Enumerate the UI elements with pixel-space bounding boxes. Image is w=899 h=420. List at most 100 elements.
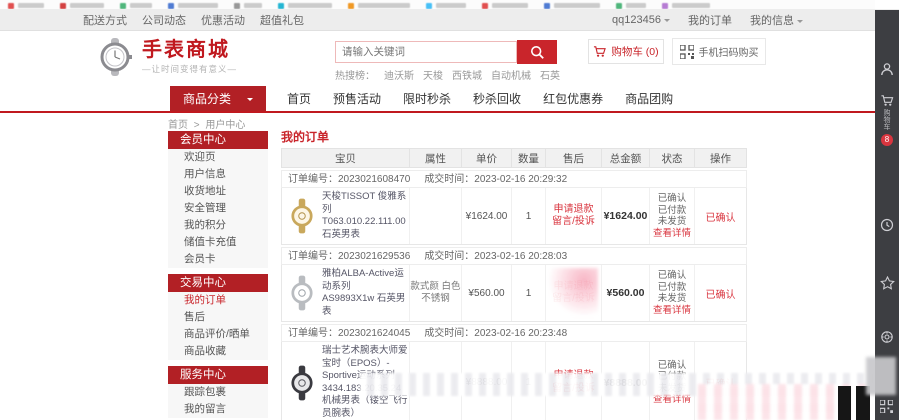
toolbar-cart-label: 购物车	[883, 110, 891, 131]
sidebar-item-user-info[interactable]: 用户信息	[168, 166, 268, 183]
page-title: 我的订单	[281, 130, 330, 144]
logo-text: 手表商城 —让时间变得有意义—	[142, 39, 237, 75]
watch-thumbnail	[291, 275, 313, 311]
favicon	[168, 2, 174, 9]
sidebar-item-my-comments[interactable]: 我的留言	[168, 401, 268, 418]
nav-item-group-buy[interactable]: 商品团购	[625, 90, 673, 107]
bookmark-item[interactable]	[544, 2, 600, 9]
order-time: 成交时间：2023-02-16 20:29:32	[424, 174, 568, 185]
sidebar-item-stored-card[interactable]: 储值卡充值	[168, 234, 268, 251]
qr-code-icon[interactable]	[880, 400, 893, 413]
confirm-link[interactable]: 已确认	[706, 209, 736, 224]
sidebar-section-member: 会员中心 欢迎页 用户信息 收货地址 安全管理 我的积分 储值卡充值 会员卡	[168, 131, 268, 268]
status-line: 已确认	[657, 193, 687, 204]
sidebar-item-reviews[interactable]: 商品评价/晒单	[168, 326, 268, 343]
bookmark-item[interactable]	[662, 2, 710, 9]
topbar-link-promos[interactable]: 优惠活动	[201, 12, 245, 28]
sidebar-section-service: 服务中心 跟踪包裹 我的留言	[168, 366, 268, 418]
sidebar-item-points[interactable]: 我的积分	[168, 217, 268, 234]
status-line: 已付款	[657, 204, 687, 216]
search-input[interactable]	[335, 41, 517, 63]
sidebar-item-welcome[interactable]: 欢迎页	[168, 149, 268, 166]
favicon	[120, 2, 126, 9]
sidebar-item-aftersale[interactable]: 售后	[168, 309, 268, 326]
sidebar-item-security[interactable]: 安全管理	[168, 200, 268, 217]
history-icon[interactable]	[880, 218, 894, 232]
hot-word[interactable]: 石英	[540, 67, 560, 82]
order-time: 成交时间：2023-02-16 20:28:03	[424, 251, 568, 262]
product-line: 机械男表（镂空飞行员腕表）	[322, 395, 408, 419]
nav-item-flash-sale[interactable]: 限时秒杀	[403, 90, 451, 107]
bookmark-item[interactable]	[482, 2, 528, 9]
sidebar-item-favorites[interactable]: 商品收藏	[168, 343, 268, 360]
search-button[interactable]	[517, 40, 557, 64]
hot-word[interactable]: 天梭	[423, 67, 443, 82]
sidebar-item-track-package[interactable]: 跟踪包裹	[168, 384, 268, 401]
col-actions: 操作	[710, 152, 731, 165]
col-product: 宝贝	[282, 149, 410, 167]
censor-blur	[549, 268, 598, 318]
gear-icon[interactable]	[880, 330, 894, 344]
hot-word[interactable]: 西铁城	[452, 67, 482, 82]
bookmark-item[interactable]	[278, 2, 332, 9]
bookmark-item[interactable]	[60, 2, 104, 9]
site-header: 手表商城 —让时间变得有意义— 热搜榜： 迪沃斯 天梭 西铁城 自动机械 石英	[0, 31, 899, 86]
hot-word[interactable]: 迪沃斯	[384, 67, 414, 82]
action-cell: 已确认	[695, 265, 746, 321]
sidebar-header-trade: 交易中心	[168, 274, 268, 292]
username: qq123456	[612, 14, 661, 26]
bookmark-item[interactable]	[8, 2, 44, 9]
topbar-link-news[interactable]: 公司动态	[142, 12, 186, 28]
sidebar-item-member-card[interactable]: 会员卡	[168, 251, 268, 268]
username-menu[interactable]: qq123456	[612, 14, 670, 26]
order-block: 订单编号：2023021624045 成交时间：2023-02-16 20:23…	[281, 324, 747, 420]
bookmark-item[interactable]	[120, 2, 152, 9]
chevron-down-icon	[663, 19, 670, 25]
bookmark-item[interactable]	[426, 2, 466, 9]
my-messages-menu[interactable]: 我的信息	[750, 12, 803, 28]
status-line: 已确认	[657, 270, 687, 281]
product-name[interactable]: 雅柏ALBA-Active运动系列 AS9893X1w 石英男表	[322, 268, 409, 318]
cart-button[interactable]: 购物车 (0)	[588, 39, 664, 64]
price-cell: ¥1624.00	[462, 188, 512, 244]
action-cell: 已确认	[695, 188, 746, 244]
nav-item-presale[interactable]: 预售活动	[333, 90, 381, 107]
total-cell: ¥560.00	[602, 265, 650, 321]
bookmark-item[interactable]	[168, 2, 218, 9]
sidebar-item-address[interactable]: 收货地址	[168, 183, 268, 200]
topbar-my-orders[interactable]: 我的订单	[688, 12, 732, 28]
qr-shop-widget[interactable]: 手机扫码购买	[672, 38, 766, 65]
nav-item-recycle[interactable]: 秒杀回收	[473, 90, 521, 107]
price-cell: ¥560.00	[462, 265, 512, 321]
col-price: 单价	[462, 149, 512, 167]
breadcrumb: 首页 > 用户中心	[168, 116, 248, 131]
user-icon[interactable]	[880, 62, 894, 76]
cart-icon[interactable]	[880, 94, 894, 107]
star-icon[interactable]	[879, 276, 895, 290]
aftersale-cell: 申请退款 留言/投诉	[546, 188, 602, 244]
topbar-link-gifts[interactable]: 超值礼包	[260, 12, 304, 28]
category-button[interactable]: 商品分类	[170, 86, 266, 111]
product-line: 天梭TISSOT 俊雅系列	[322, 191, 407, 215]
hot-word[interactable]: 自动机械	[491, 67, 531, 82]
bookmark-item[interactable]	[348, 2, 410, 9]
favicon	[348, 2, 354, 9]
site-logo[interactable]: 手表商城 —让时间变得有意义—	[95, 37, 237, 77]
breadcrumb-home[interactable]: 首页	[168, 120, 188, 131]
qr-code-icon	[679, 44, 694, 59]
sidebar-item-my-orders[interactable]: 我的订单	[168, 292, 268, 309]
bookmark-item[interactable]	[234, 2, 262, 9]
topbar-link-shipping[interactable]: 配送方式	[83, 12, 127, 28]
confirm-link[interactable]: 已确认	[706, 286, 736, 301]
view-details-link[interactable]: 查看详情	[653, 305, 691, 317]
user-center-sidebar: 会员中心 欢迎页 用户信息 收货地址 安全管理 我的积分 储值卡充值 会员卡 交…	[168, 131, 268, 420]
product-name[interactable]: 天梭TISSOT 俊雅系列 T063.010.22.111.00 石英男表	[322, 191, 409, 241]
nav-item-coupons[interactable]: 红包优惠券	[543, 90, 603, 107]
qr-label: 手机扫码购买	[698, 48, 759, 59]
status-cell: 已确认 已付款 未发货 查看详情	[650, 265, 695, 321]
refund-link[interactable]: 申请退款	[554, 204, 594, 217]
bookmark-item[interactable]	[616, 2, 646, 9]
view-details-link[interactable]: 查看详情	[653, 228, 691, 240]
nav-item-home[interactable]: 首页	[287, 90, 311, 107]
complaint-link[interactable]: 留言/投诉	[552, 216, 595, 229]
